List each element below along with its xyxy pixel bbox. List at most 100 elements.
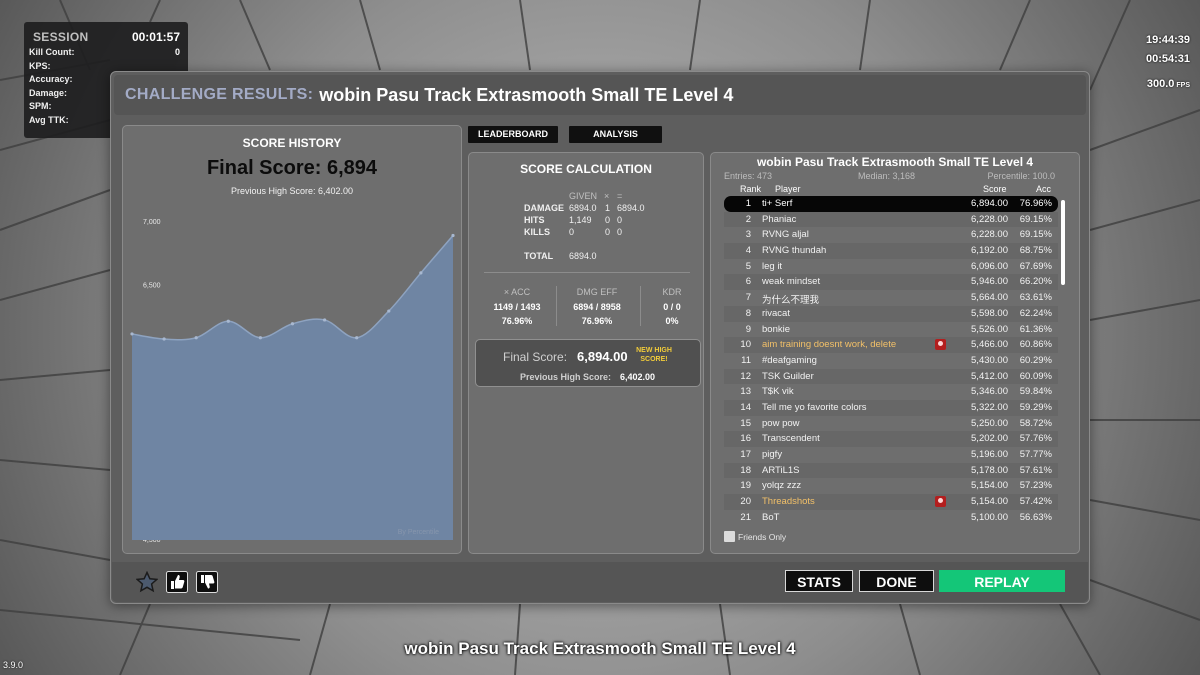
session-time: 00:01:57: [131, 29, 180, 44]
leaderboard-title: wobin Pasu Track Extrasmooth Small TE Le…: [756, 155, 1034, 169]
final-score-box: Final Score: 6,894.00 NEW HIGH SCORE! Pr…: [475, 339, 701, 387]
replay-button[interactable]: REPLAY: [939, 570, 1065, 592]
leaderboard-row[interactable]: 11 #deafgaming 5,430.00 60.29%: [724, 353, 1058, 369]
leaderboard-row[interactable]: 20 Threadshots 5,154.00 57.42%: [724, 494, 1058, 510]
row-rank: 9: [745, 323, 751, 335]
col-acc: Acc: [1036, 184, 1052, 194]
calc-col-given: GIVEN: [569, 191, 598, 201]
row-score: 5,178.00: [971, 464, 1008, 476]
tab-analysis[interactable]: ANALYSIS: [569, 126, 662, 143]
fps-value: 300.0: [1146, 78, 1175, 90]
row-acc: 56.63%: [1019, 511, 1052, 523]
friends-only-toggle[interactable]: Friends Only: [724, 531, 786, 542]
calc-col-result: =: [617, 191, 623, 201]
leaderboard-row[interactable]: 6 weak mindset 5,946.00 66.20%: [724, 274, 1058, 291]
leaderboard-percentile: Percentile: 100.0: [987, 171, 1055, 181]
row-acc: 59.29%: [1019, 401, 1052, 413]
leaderboard-row[interactable]: 19 yolqz zzz 5,154.00 57.23%: [724, 478, 1058, 494]
leaderboard-row[interactable]: 16 Transcendent 5,202.00 57.76%: [724, 431, 1058, 447]
score-point[interactable]: [355, 336, 359, 340]
dialog-header: CHALLENGE RESULTS: wobin Pasu Track Extr…: [114, 75, 1086, 115]
row-score: 5,664.00: [971, 292, 1008, 304]
leaderboard-row[interactable]: 4 RVNG thundah 6,192.00 68.75%: [724, 243, 1058, 259]
leaderboard-row[interactable]: 21 BoT 5,100.00 56.63%: [724, 510, 1058, 526]
dmg-eff-ratio: 6894 / 8958: [573, 302, 621, 312]
final-score-label: Final Score:: [503, 350, 568, 364]
friend-badge-icon: [935, 496, 946, 508]
row-rank: 10: [740, 339, 751, 351]
score-point[interactable]: [130, 332, 134, 336]
calc-row-label: HITS: [524, 215, 545, 225]
row-score: 5,154.00: [971, 496, 1008, 508]
row-player: 为什么不理我: [762, 295, 820, 307]
previous-high-value: 6,402.00: [620, 372, 656, 382]
row-acc: 59.84%: [1019, 386, 1052, 398]
leaderboard-row[interactable]: 7 为什么不理我 5,664.00 63.61%: [724, 290, 1058, 306]
row-acc: 63.61%: [1019, 292, 1052, 304]
thumbs-up-icon[interactable]: [166, 571, 188, 593]
score-point[interactable]: [290, 322, 295, 326]
acc-ratio: 1149 / 1493: [493, 302, 541, 312]
score-point[interactable]: [258, 336, 262, 340]
dmg-eff-percent: 76.96%: [581, 316, 613, 326]
score-point[interactable]: [194, 336, 198, 340]
score-history-panel: SCORE HISTORY Final Score: 6,894 Previou…: [122, 125, 462, 554]
row-player: bonkie: [762, 323, 790, 335]
session-stat-label: Avg TTK:: [29, 114, 69, 125]
score-point[interactable]: [226, 319, 230, 323]
calc-row-given: 0: [569, 227, 575, 237]
dialog-prefix: CHALLENGE RESULTS:: [125, 86, 314, 103]
leaderboard-row[interactable]: 10 aim training doesnt work, delete 5,466.…: [724, 337, 1058, 353]
leaderboard-row[interactable]: 15 pow pow 5,250.00 58.72%: [724, 416, 1058, 432]
done-button[interactable]: DONE: [859, 570, 934, 592]
tab-leaderboard[interactable]: LEADERBOARD: [468, 126, 558, 143]
leaderboard-row[interactable]: 3 RVNG aljal 6,228.00 69.15%: [724, 227, 1058, 243]
score-point[interactable]: [419, 271, 423, 275]
stats-button[interactable]: STATS: [785, 570, 853, 592]
score-point[interactable]: [162, 337, 166, 341]
leaderboard-row[interactable]: 12 TSK Guilder 5,412.00 60.09%: [724, 368, 1058, 385]
leaderboard-row[interactable]: 13 T$K vik 5,346.00 59.84%: [724, 384, 1058, 400]
leaderboard-scrollbar[interactable]: [1061, 200, 1065, 285]
game-version: 3.9.0: [3, 660, 24, 670]
session-stat-label: Damage:: [29, 87, 68, 98]
row-acc: 57.42%: [1019, 496, 1052, 508]
row-score: 5,412.00: [971, 370, 1008, 382]
leaderboard-row[interactable]: 8 rivacat 5,598.00 62.24%: [724, 305, 1058, 322]
y-tick-label: 7,000: [143, 219, 161, 226]
score-calculation-heading: SCORE CALCULATION: [520, 162, 652, 176]
row-score: 6,192.00: [971, 245, 1008, 257]
scenario-title-caption: wobin Pasu Track Extrasmooth Small TE Le…: [404, 639, 796, 658]
score-point[interactable]: [387, 309, 391, 313]
leaderboard-row[interactable]: 9 bonkie 5,526.00 61.36%: [724, 322, 1058, 338]
row-score: 6,894.00: [971, 198, 1008, 209]
favorite-star-icon[interactable]: [136, 571, 158, 593]
friends-only-checkbox[interactable]: [724, 531, 735, 542]
row-player: #deafgaming: [762, 354, 817, 366]
row-player: RVNG aljal: [762, 229, 809, 241]
row-player: Tell me yo favorite colors: [762, 401, 867, 413]
score-point[interactable]: [451, 233, 455, 238]
dialog-footer: STATS DONE REPLAY: [112, 562, 1088, 602]
session-stat-value: 0: [174, 47, 180, 57]
leaderboard-row[interactable]: 2 Phaniac 6,228.00 69.15%: [724, 211, 1058, 228]
row-rank: 14: [740, 401, 751, 413]
leaderboard-row[interactable]: 14 Tell me yo favorite colors 5,322.00 59.2…: [724, 399, 1058, 416]
calc-vdivider-1: [556, 286, 557, 326]
score-history-chart: 7,0006,5006,0005,5005,0004,500By Percent…: [130, 219, 455, 544]
leaderboard-row[interactable]: 5 leg it 6,096.00 67.69%: [724, 259, 1058, 275]
leaderboard-row[interactable]: 1 ti+ Serf 6,894.00 76.96%: [724, 196, 1058, 212]
leaderboard-row[interactable]: 17 pigfy 5,196.00 57.77%: [724, 447, 1058, 463]
thumbs-down-icon[interactable]: [196, 571, 218, 593]
calc-row-result: 0: [617, 215, 623, 225]
leaderboard-list[interactable]: 1 ti+ Serf 6,894.00 76.96% 2 Phaniac 6,228.00 6…: [724, 196, 1058, 525]
session-stat-label: Kill Count:: [29, 47, 75, 57]
row-player: pow pow: [762, 417, 800, 429]
row-score: 5,202.00: [971, 433, 1008, 445]
leaderboard-row[interactable]: 18 ARTiL1S 5,178.00 57.61%: [724, 462, 1058, 479]
row-acc: 57.76%: [1019, 433, 1052, 445]
score-point[interactable]: [323, 318, 327, 322]
leaderboard-entries: Entries: 473: [724, 171, 773, 181]
row-score: 6,096.00: [971, 260, 1008, 272]
new-high-score-badge: NEW HIGH SCORE!: [636, 347, 672, 363]
